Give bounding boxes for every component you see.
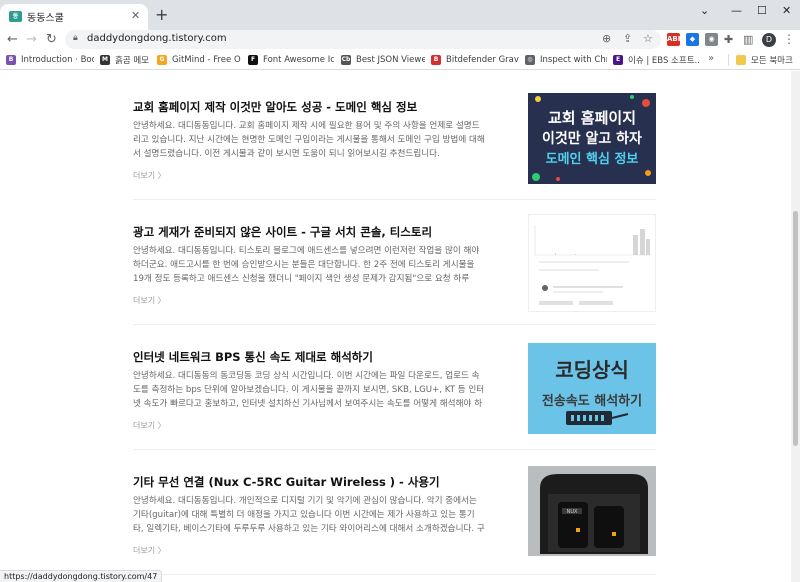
post-thumbnail[interactable]: 교회 홈페이지 이것만 알고 하자 도메인 핵심 정보: [528, 93, 656, 184]
window-close-icon[interactable]: ✕: [782, 4, 791, 18]
post-divider: [133, 574, 656, 575]
post-divider: [133, 324, 656, 325]
notion-icon: M: [100, 55, 110, 65]
read-more-link[interactable]: 더보기 〉: [133, 545, 166, 556]
post-excerpt[interactable]: 안녕하세요. 대디동동입니다. 교회 홈페이지 제작 시에 필요한 용어 및 주…: [133, 119, 485, 161]
extension-shield-icon[interactable]: ◆: [686, 33, 699, 46]
bookmark-item[interactable]: F Font Awesome Icons: [248, 53, 334, 67]
json-viewer-icon: Cb: [341, 55, 351, 65]
extension-camera-icon[interactable]: ◉: [705, 33, 718, 46]
thumbnail-graphic: 교회 홈페이지 이것만 알고 하자 도메인 핵심 정보: [532, 95, 651, 181]
back-icon[interactable]: ←: [7, 31, 18, 48]
maximize-icon[interactable]: ☐: [757, 4, 767, 18]
bitdefender-icon: B: [431, 55, 441, 65]
translate-icon[interactable]: ⊕: [602, 32, 611, 46]
read-more-link[interactable]: 더보기 〉: [133, 420, 166, 431]
chevron-right-icon[interactable]: »: [708, 52, 714, 66]
tab-title: 동동스쿨: [27, 13, 64, 24]
post-title[interactable]: 교회 홈페이지 제작 이것만 알아도 성공 - 도메인 핵심 정보: [133, 99, 503, 115]
tab-strip: 동 동동스쿨 ✕ + ⌄ — ☐ ✕: [0, 0, 800, 30]
post-thumbnail[interactable]: NUX: [528, 466, 656, 556]
thumb-line-3: 도메인 핵심 정보: [546, 151, 639, 167]
bookmark-label: 흙곰 메모: [115, 56, 149, 66]
bookmark-item[interactable]: E 이슈 | EBS 소프트...: [613, 53, 699, 67]
reload-icon[interactable]: ↻: [46, 31, 57, 48]
url-text[interactable]: daddydongdong.tistory.com: [87, 33, 227, 44]
thumb-line-1: 코딩상식: [555, 358, 629, 382]
lock-icon[interactable]: 🔒︎: [73, 33, 78, 43]
all-bookmarks-item[interactable]: 모든 북마크: [736, 53, 798, 67]
post-title[interactable]: 광고 게재가 준비되지 않은 사이트 - 구글 서치 콘솔, 티스토리: [133, 224, 503, 240]
tab-search-chevron-icon[interactable]: ⌄: [700, 4, 709, 18]
bootstrap-icon: B: [6, 55, 16, 65]
globe-icon: ◎: [525, 55, 535, 65]
minimize-icon[interactable]: —: [731, 4, 742, 18]
post-excerpt[interactable]: 안녕하세요. 대디동동입니다. 개인적으로 디지털 기기 및 악기에 관심이 많…: [133, 494, 485, 536]
thumb-line-1: 교회 홈페이지: [548, 109, 636, 127]
bookmark-separator: [728, 54, 729, 66]
post-item[interactable]: 인터넷 네트워크 BPS 통신 속도 제대로 해석하기 안녕하세요. 대디동동의…: [133, 343, 656, 474]
bookmark-label: Introduction · Boot...: [21, 55, 94, 65]
search-console-graphic: [534, 225, 651, 305]
thumb-line-2: 전송속도 해석하기: [542, 393, 642, 409]
post-item[interactable]: 광고 게재가 준비되지 않은 사이트 - 구글 서치 콘솔, 티스토리 안녕하세…: [133, 214, 656, 349]
page-content: 교회 홈페이지 제작 이것만 알아도 성공 - 도메인 핵심 정보 안녕하세요.…: [0, 71, 791, 582]
bookmark-label: Inspect with Chro...: [540, 55, 607, 65]
link-status-bar: https://daddydongdong.tistory.com/47: [0, 570, 163, 582]
bookmarks-bar: B Introduction · Boot... M 흙곰 메모 G GitMi…: [0, 50, 800, 70]
bookmark-label: GitMind - Free Onl...: [172, 55, 241, 65]
post-excerpt[interactable]: 안녕하세요. 대디동동입니다. 티스토리 블로그에 애드센스를 넣으려면 이런저…: [133, 244, 485, 286]
post-divider: [133, 449, 656, 450]
sidepanel-icon[interactable]: ▥: [743, 33, 753, 47]
post-title[interactable]: 기타 무선 연결 (Nux C-5RC Guitar Wireless ) - …: [133, 474, 503, 490]
read-more-link[interactable]: 더보기 〉: [133, 295, 166, 306]
font-awesome-icon: F: [248, 55, 258, 65]
coding-thumbnail-graphic: 코딩상식 전송속도 해석하기: [542, 358, 642, 425]
guitar-wireless-photo: NUX: [528, 466, 656, 556]
tab-active[interactable]: 동 동동스쿨 ✕: [0, 4, 148, 30]
post-thumbnail[interactable]: 코딩상식 전송속도 해석하기: [528, 343, 656, 434]
tab-close-icon[interactable]: ✕: [131, 9, 140, 23]
read-more-link[interactable]: 더보기 〉: [133, 170, 166, 181]
bookmark-item[interactable]: M 흙곰 메모: [100, 53, 152, 67]
post-divider: [133, 199, 656, 200]
gitmind-icon: G: [157, 55, 167, 65]
address-bar[interactable]: 🔒︎ daddydongdong.tistory.com ⊕ ⇪ ☆: [65, 30, 661, 49]
browser-toolbar: ← → ↻ 🔒︎ daddydongdong.tistory.com ⊕ ⇪ ☆…: [0, 30, 800, 50]
post-title[interactable]: 인터넷 네트워크 BPS 통신 속도 제대로 해석하기: [133, 349, 503, 365]
bookmark-label: 이슈 | EBS 소프트...: [628, 56, 699, 66]
post-excerpt[interactable]: 안녕하세요. 대디동동의 동코딩동 코딩 상식 시간입니다. 이번 시간에는 파…: [133, 369, 485, 411]
bookmark-label: Bitdefender Gravity...: [446, 55, 519, 65]
ebs-icon: E: [613, 55, 623, 65]
bookmark-item[interactable]: B Bitdefender Gravity...: [431, 53, 519, 67]
puzzle-icon[interactable]: ✚: [724, 33, 733, 47]
bookmark-item[interactable]: G GitMind - Free Onl...: [157, 53, 241, 67]
extension-red-icon[interactable]: ABP: [667, 33, 683, 46]
nux-logo: NUX: [567, 509, 578, 515]
bookmark-label: Best JSON Viewer...: [356, 55, 425, 65]
profile-avatar[interactable]: D: [762, 33, 776, 47]
scrollbar-thumb[interactable]: [793, 211, 798, 446]
post-item[interactable]: 기타 무선 연결 (Nux C-5RC Guitar Wireless ) - …: [133, 466, 656, 582]
bookmark-item[interactable]: B Introduction · Boot...: [6, 53, 94, 67]
post-item[interactable]: 교회 홈페이지 제작 이것만 알아도 성공 - 도메인 핵심 정보 안녕하세요.…: [133, 93, 656, 224]
all-bookmarks-label: 모든 북마크: [751, 56, 793, 66]
post-thumbnail[interactable]: [528, 214, 656, 312]
bookmark-item[interactable]: ◎ Inspect with Chro...: [525, 53, 607, 67]
forward-icon[interactable]: →: [26, 31, 37, 48]
tab-favicon: 동: [9, 11, 22, 22]
folder-icon: [736, 55, 746, 65]
bookmark-star-icon[interactable]: ☆: [643, 32, 653, 46]
bookmark-label: Font Awesome Icons: [263, 55, 334, 65]
bookmark-item[interactable]: Cb Best JSON Viewer...: [341, 53, 425, 67]
new-tab-icon[interactable]: +: [155, 6, 168, 24]
page-scrollbar[interactable]: [791, 71, 800, 582]
thumb-line-2: 이것만 알고 하자: [542, 130, 642, 147]
share-icon[interactable]: ⇪: [623, 32, 632, 46]
menu-kebab-icon[interactable]: ⋮: [783, 32, 795, 46]
